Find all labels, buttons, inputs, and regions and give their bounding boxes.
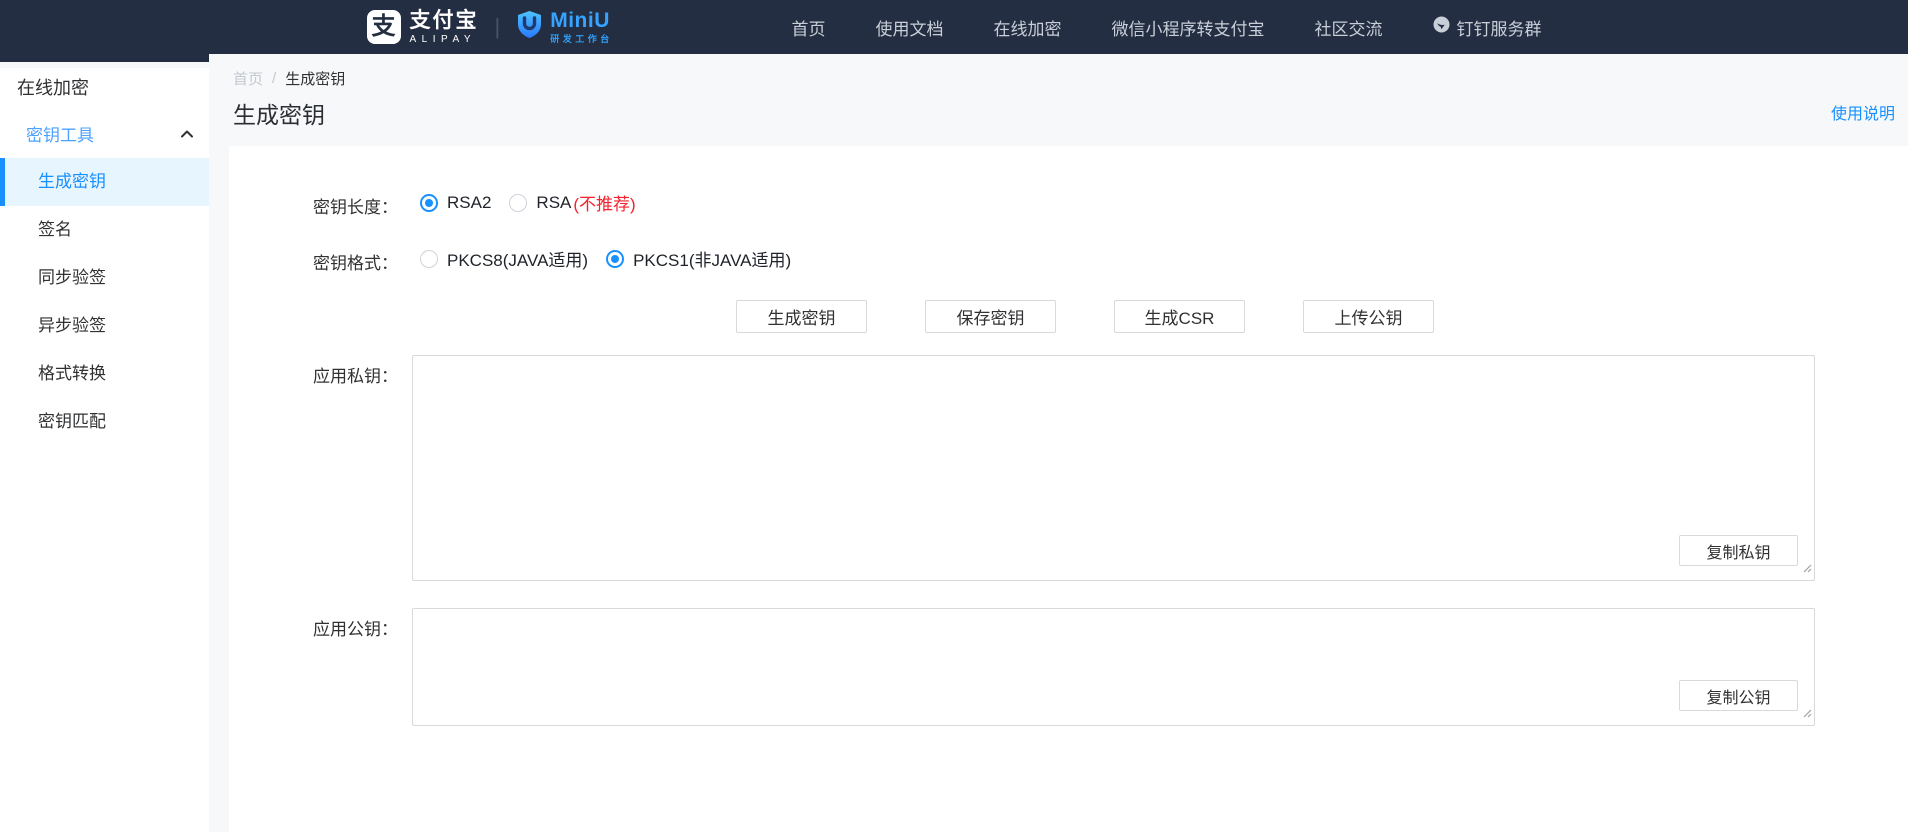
sidebar-item-sync-verify[interactable]: 同步验签 — [0, 254, 209, 302]
dingtalk-icon — [1433, 16, 1450, 38]
nav-item-wechat-convert[interactable]: 微信小程序转支付宝 — [1112, 15, 1265, 40]
radio-pkcs1[interactable]: PKCS1(非JAVA适用) — [606, 246, 791, 271]
radio-circle-icon — [509, 194, 527, 212]
private-key-textarea[interactable] — [423, 362, 1804, 574]
alipay-icon: 支 — [367, 10, 401, 44]
nav-item-community[interactable]: 社区交流 — [1315, 15, 1383, 40]
key-length-label: 密钥长度： — [313, 193, 398, 218]
nav-menu: 首页 使用文档 在线加密 微信小程序转支付宝 社区交流 钉钉服务群 — [792, 15, 1542, 40]
sidebar-item-async-verify[interactable]: 异步验签 — [0, 302, 209, 350]
radio-rsa[interactable]: RSA(不推荐) — [509, 190, 635, 215]
logo-divider: | — [493, 14, 503, 40]
logo-group[interactable]: 支 支付宝 ALIPAY | — [367, 10, 613, 45]
miniu-subtitle: 研发工作台 — [550, 35, 613, 44]
alipay-wordmark-en: ALIPAY — [410, 35, 479, 45]
page-title: 生成密钥 — [233, 96, 325, 130]
nav-item-dingtalk-group[interactable]: 钉钉服务群 — [1433, 15, 1542, 40]
help-link[interactable]: 使用说明 — [1831, 100, 1895, 124]
resize-grip-icon[interactable] — [1801, 705, 1812, 723]
generate-csr-button[interactable]: 生成CSR — [1114, 300, 1245, 333]
alipay-wordmark-cn: 支付宝 — [410, 10, 479, 31]
copy-private-key-button[interactable]: 复制私钥 — [1679, 535, 1798, 566]
generate-key-button[interactable]: 生成密钥 — [736, 300, 867, 333]
private-key-label: 应用私钥： — [313, 362, 398, 387]
sidebar-top-cap — [0, 54, 209, 62]
radio-circle-icon — [420, 194, 438, 212]
sidebar-menu: 生成密钥 签名 同步验签 异步验签 格式转换 密钥匹配 — [0, 158, 209, 446]
breadcrumb-separator: / — [272, 70, 276, 87]
upload-public-key-button[interactable]: 上传公钥 — [1303, 300, 1434, 333]
key-format-radio-group: PKCS8(JAVA适用) PKCS1(非JAVA适用) — [420, 246, 809, 271]
alipay-logo: 支 支付宝 ALIPAY — [367, 10, 479, 45]
miniu-logo: MiniU 研发工作台 — [516, 10, 613, 44]
public-key-textarea[interactable] — [423, 615, 1804, 719]
radio-circle-icon — [420, 250, 438, 268]
sidebar-item-sign[interactable]: 签名 — [0, 206, 209, 254]
save-key-button[interactable]: 保存密钥 — [925, 300, 1056, 333]
shield-icon — [516, 10, 543, 44]
sidebar-item-format-convert[interactable]: 格式转换 — [0, 350, 209, 398]
sidebar-item-generate-key[interactable]: 生成密钥 — [0, 158, 209, 206]
radio-pkcs8[interactable]: PKCS8(JAVA适用) — [420, 246, 588, 271]
nav-item-home[interactable]: 首页 — [792, 15, 826, 40]
rsa-deprecated-note: (不推荐) — [573, 190, 635, 215]
sidebar-item-key-match[interactable]: 密钥匹配 — [0, 398, 209, 446]
breadcrumb-current: 生成密钥 — [285, 68, 345, 89]
public-key-field: 复制公钥 — [412, 608, 1815, 726]
sidebar: 在线加密 密钥工具 生成密钥 签名 同步验签 异步验签 格式转换 密钥匹配 — [0, 68, 209, 832]
radio-circle-icon — [606, 250, 624, 268]
key-format-label: 密钥格式： — [313, 249, 398, 274]
menu-group-label: 密钥工具 — [26, 121, 94, 146]
breadcrumb-home[interactable]: 首页 — [233, 68, 263, 89]
chevron-up-icon — [181, 123, 193, 143]
top-navbar: 支 支付宝 ALIPAY | — [0, 0, 1908, 54]
breadcrumb: 首页 / 生成密钥 — [233, 68, 345, 89]
sidebar-title: 在线加密 — [0, 68, 209, 100]
content-card: 密钥长度： RSA2 RSA(不推荐) 密钥格式： PKCS8(JAVA适用) … — [229, 146, 1908, 832]
resize-grip-icon[interactable] — [1801, 560, 1812, 578]
radio-rsa2[interactable]: RSA2 — [420, 193, 491, 213]
key-length-radio-group: RSA2 RSA(不推荐) — [420, 190, 654, 215]
nav-item-online-encrypt[interactable]: 在线加密 — [994, 15, 1062, 40]
public-key-label: 应用公钥： — [313, 615, 398, 640]
menu-group-key-tools[interactable]: 密钥工具 — [0, 120, 209, 146]
miniu-wordmark: MiniU — [550, 10, 613, 31]
nav-item-docs[interactable]: 使用文档 — [876, 15, 944, 40]
page-header: 首页 / 生成密钥 生成密钥 使用说明 — [229, 54, 1908, 146]
copy-public-key-button[interactable]: 复制公钥 — [1679, 680, 1798, 711]
private-key-field: 复制私钥 — [412, 355, 1815, 581]
